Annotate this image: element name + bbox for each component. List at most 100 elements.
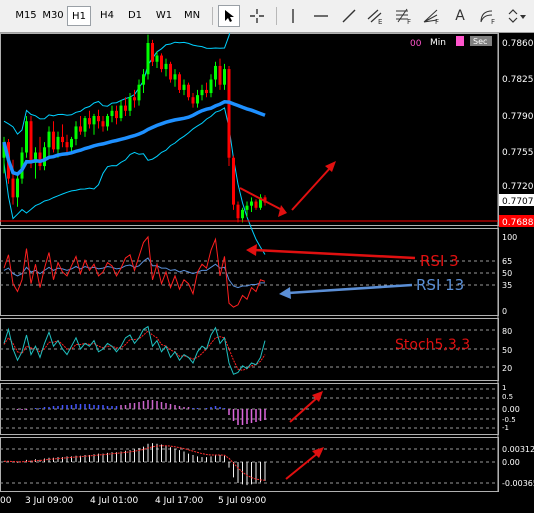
candle-body xyxy=(29,121,33,163)
timeframe-d1[interactable]: D1 xyxy=(123,6,147,26)
candle-body xyxy=(155,55,159,62)
current-price-label: 0.7707 xyxy=(502,197,534,207)
candle-body xyxy=(43,147,46,167)
chart-area[interactable]: 00 Min Sec 0.7860 0.7825 0.7790 0.7755 0… xyxy=(0,33,534,513)
toolbar-separator xyxy=(276,7,277,25)
candle-body xyxy=(88,118,91,125)
timeframe-w1[interactable]: W1 xyxy=(152,6,176,26)
candle-body xyxy=(169,63,172,80)
candle-body xyxy=(151,43,154,62)
time-label: 4 Jul 17:00 xyxy=(155,496,204,506)
candle-body xyxy=(70,138,73,148)
candle-body xyxy=(101,121,105,127)
candle-body xyxy=(232,157,235,205)
candle-body xyxy=(173,74,177,80)
candle-body xyxy=(25,121,28,153)
candle-body xyxy=(79,126,82,132)
timeframe-h4[interactable]: H4 xyxy=(95,6,119,26)
rsi-level-label: 100 xyxy=(502,233,517,242)
rsi-level-label: 65 xyxy=(502,257,512,266)
cursor-icon[interactable] xyxy=(218,5,240,27)
candle-body xyxy=(182,84,186,90)
price-label: 0.7755 xyxy=(502,148,534,158)
candle-body xyxy=(65,142,69,148)
osc-level-label: -1 xyxy=(502,424,509,432)
candle-body xyxy=(214,65,217,80)
price-label: 0.7720 xyxy=(502,182,534,192)
candle-body xyxy=(142,74,145,85)
candle-body xyxy=(11,178,15,198)
candle-body xyxy=(106,116,109,127)
candle-body xyxy=(92,116,96,125)
fibonacci-arcs-icon[interactable]: F xyxy=(477,5,499,27)
arrows-menu-icon[interactable] xyxy=(506,5,528,27)
candle-body xyxy=(74,126,78,139)
svg-text:E: E xyxy=(378,18,382,25)
candle-body xyxy=(52,131,55,150)
corner-indicator: 00 xyxy=(410,39,422,49)
svg-text:F: F xyxy=(407,18,411,25)
text-label-icon[interactable]: A xyxy=(449,5,471,27)
candle-body xyxy=(200,89,204,96)
rsi13-annotation: RSI 13 xyxy=(416,276,464,294)
macd-level-label: 0.00312 xyxy=(502,445,534,454)
candle-body xyxy=(137,84,141,101)
candle-body xyxy=(146,43,150,75)
rsi-level-label: 50 xyxy=(502,269,512,278)
candle-body xyxy=(133,97,136,101)
equidistant-channel-icon[interactable]: E xyxy=(365,5,387,27)
candle-body xyxy=(209,79,213,94)
corner-mode: Min xyxy=(430,38,446,48)
osc-level-label: -0.5 xyxy=(502,416,516,424)
candle-body xyxy=(178,74,181,90)
osc-level-label: 1 xyxy=(502,384,506,392)
candle-body xyxy=(61,136,64,143)
candle-body xyxy=(16,178,19,198)
toolbar: M15 M30 H1 H4 D1 W1 MN E F F A F xyxy=(0,0,534,33)
candle-body xyxy=(223,69,226,85)
candle-body xyxy=(128,97,132,111)
svg-text:F: F xyxy=(491,18,495,25)
candle-body xyxy=(47,131,51,148)
candle-body xyxy=(115,110,118,119)
rsi-level-label: 35 xyxy=(502,281,512,290)
crosshair-icon[interactable] xyxy=(246,5,268,27)
candle-body xyxy=(250,201,253,206)
price-label: 0.7790 xyxy=(502,112,534,122)
stoch-level-label: 50 xyxy=(502,346,512,355)
candle-body xyxy=(254,201,258,208)
candle-body xyxy=(83,118,87,132)
candle-body xyxy=(245,205,249,210)
timeframe-m30[interactable]: M30 xyxy=(40,6,66,26)
text-tool-label: A xyxy=(455,8,465,24)
rsi-level-label: 0 xyxy=(502,307,507,316)
trendline-icon[interactable] xyxy=(338,5,360,27)
time-label: 4 Jul 01:00 xyxy=(90,496,139,506)
candle-body xyxy=(110,110,114,116)
candle-body xyxy=(236,204,240,219)
candle-body xyxy=(160,55,163,70)
fibonacci-retracement-icon[interactable]: F xyxy=(393,5,415,27)
timeframe-m15[interactable]: M15 xyxy=(13,6,39,26)
timeframe-h1[interactable]: H1 xyxy=(67,6,91,26)
stoch-level-label: 80 xyxy=(502,327,512,336)
candle-body xyxy=(241,209,244,219)
corner-marker xyxy=(456,36,464,46)
toolbar-separator xyxy=(212,7,213,25)
candle-body xyxy=(164,63,168,70)
candle-body xyxy=(196,95,199,104)
price-label: 0.7825 xyxy=(502,75,534,85)
candle-body xyxy=(191,97,195,104)
price-label: 0.7860 xyxy=(502,39,534,49)
rsi3-annotation: RSI 3 xyxy=(420,252,459,270)
timeframe-partial[interactable] xyxy=(2,6,10,26)
corner-timer: Sec xyxy=(473,37,487,46)
candle-body xyxy=(187,84,190,98)
candle-body xyxy=(124,105,127,111)
macd-level-label: 0.00 xyxy=(502,458,520,467)
time-label: 5 Jul 09:00 xyxy=(218,496,267,506)
timeframe-mn[interactable]: MN xyxy=(180,6,204,26)
fibonacci-fan-icon[interactable]: F xyxy=(421,5,443,27)
vertical-line-icon[interactable] xyxy=(282,5,304,27)
horizontal-line-icon[interactable] xyxy=(310,5,332,27)
